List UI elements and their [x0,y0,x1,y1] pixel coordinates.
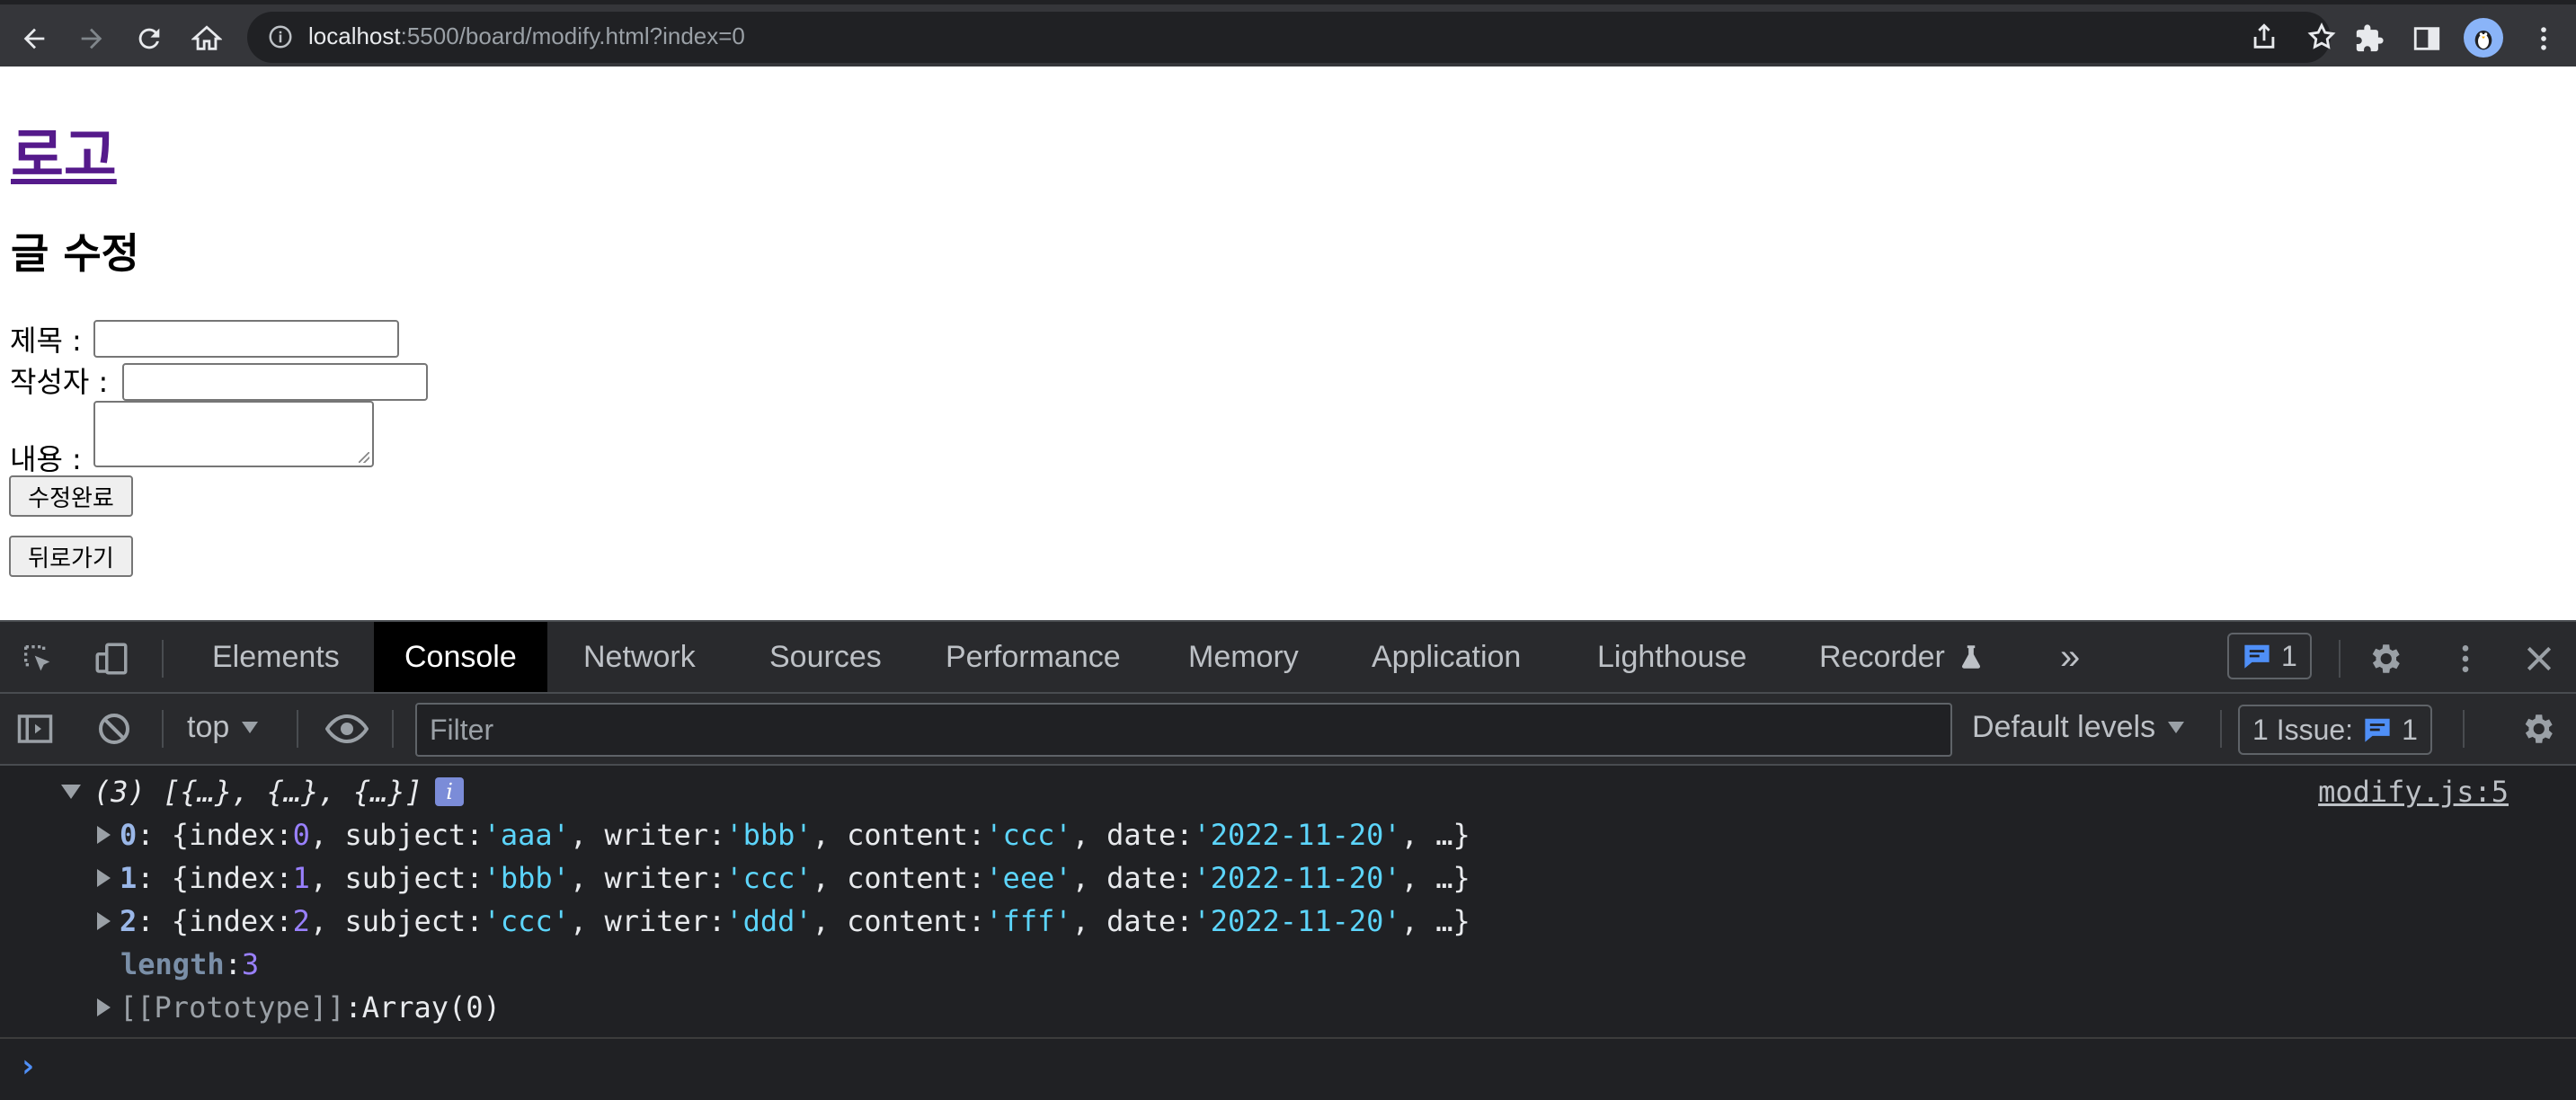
devtools-panel: Elements Console Network Sources Perform… [0,620,2576,1100]
logo-link[interactable]: 로고 [11,110,117,192]
toolbar-separator [392,710,394,748]
browser-toolbar: localhost:5500/board/modify.html?index=0 [0,0,2576,67]
collapse-triangle-icon[interactable] [61,785,81,799]
log-levels-label: Default levels [1972,710,2156,744]
chrome-menu-icon[interactable] [2517,12,2571,66]
inspect-element-icon[interactable] [13,638,63,679]
site-info-icon[interactable] [267,23,294,50]
array-summary: (3) [{…}, {…}, {…}] [93,775,423,809]
tab-separator [2339,640,2341,678]
back-arrow-icon[interactable] [7,12,61,66]
reload-icon[interactable] [122,12,176,66]
extensions-puzzle-icon[interactable] [2342,12,2396,66]
share-icon[interactable] [2237,10,2291,64]
tab-console[interactable]: Console [374,622,547,692]
address-bar[interactable]: localhost:5500/board/modify.html?index=0 [247,10,2336,64]
toolbar-separator [297,710,298,748]
profile-avatar[interactable] [2464,18,2503,58]
length-key: length [120,947,225,981]
home-icon[interactable] [180,12,234,66]
tab-separator [162,640,164,678]
array-summary-row[interactable]: (3) [{…}, {…}, {…}] i [61,775,465,809]
side-panel-icon[interactable] [2400,12,2454,66]
tab-recorder[interactable]: Recorder [1787,622,2019,692]
toolbar-separator [2220,710,2222,748]
prompt-chevron-icon: › [18,1048,38,1085]
tab-application[interactable]: Application [1339,622,1553,692]
toolbar-separator [162,710,164,748]
prototype-row[interactable]: [[Prototype]]: Array(0) [97,990,501,1025]
subject-label: 제목 : [10,324,82,358]
sidebar-toggle-icon[interactable] [11,706,59,751]
expand-triangle-icon[interactable] [97,869,111,887]
subject-input[interactable] [93,320,399,358]
close-devtools-icon[interactable] [2515,636,2563,681]
flask-icon [1961,645,1980,669]
issues-label: 1 Issue: [2252,713,2354,746]
expand-triangle-icon[interactable] [97,998,111,1016]
tab-performance[interactable]: Performance [913,622,1153,692]
expand-triangle-icon[interactable] [97,912,111,930]
array-item-row[interactable]: 1: {index: 1, subject: 'bbb', writer: 'c… [97,861,1470,895]
message-icon [2365,718,2390,742]
tab-memory[interactable]: Memory [1156,622,1331,692]
context-label: top [187,710,230,744]
source-link[interactable]: modify.js:5 [2318,775,2509,809]
back-button[interactable]: 뒤로가기 [9,536,133,577]
tab-sources[interactable]: Sources [737,622,914,692]
tab-elements[interactable]: Elements [180,622,372,692]
array-item-row[interactable]: 0: {index: 0, subject: 'aaa', writer: 'b… [97,818,1470,852]
tab-lighthouse[interactable]: Lighthouse [1566,622,1778,692]
writer-input[interactable] [122,363,428,401]
dropdown-arrow-icon [242,722,259,733]
console-output: (3) [{…}, {…}, {…}] i modify.js:5 0: {in… [0,766,2576,1100]
log-levels-dropdown[interactable]: Default levels [1972,710,2185,745]
devtools-tabbar: Elements Console Network Sources Perform… [0,620,2576,694]
tab-recorder-label: Recorder [1819,639,1945,674]
expand-triangle-icon[interactable] [97,826,111,844]
writer-label: 작성자 : [10,365,109,399]
issues-button[interactable]: 1 Issue: 1 [2238,705,2432,755]
devtools-menu-icon[interactable] [2441,636,2490,681]
prototype-value: Array(0) [361,990,501,1025]
more-tabs-chevron-icon[interactable]: » [2042,622,2098,692]
bookmark-star-icon[interactable] [2295,10,2349,64]
content-textarea[interactable] [93,401,374,467]
url-text: localhost:5500/board/modify.html?index=0 [308,22,745,49]
filter-input[interactable] [417,705,1950,755]
prototype-key: [[Prototype]] [120,990,345,1025]
clear-console-icon[interactable] [90,706,138,751]
length-row: length: 3 [120,947,260,981]
console-toolbar: top Default levels 1 Issue: 1 [0,694,2576,766]
page-content: 로고 글 수정 제목 : 작성자 : 내용 : 수정완료 뒤로가기 [0,67,2576,620]
dropdown-arrow-icon [2168,722,2185,733]
info-icon[interactable]: i [435,777,465,806]
forward-arrow-icon[interactable] [65,12,119,66]
filter-field[interactable] [415,703,1952,757]
penguin-avatar-icon [2474,31,2492,50]
settings-gear-icon[interactable] [2360,636,2409,681]
length-value: 3 [241,947,260,981]
submit-button[interactable]: 수정완료 [9,475,133,517]
console-settings-gear-icon[interactable] [2513,706,2562,751]
issues-count: 1 [2402,713,2418,746]
messages-count: 1 [2281,639,2297,672]
live-expression-eye-icon[interactable] [320,706,374,751]
message-icon [2244,644,2270,669]
content-label: 내용 : [10,442,82,476]
console-prompt[interactable]: › [0,1037,2576,1100]
messages-badge[interactable]: 1 [2227,633,2312,679]
context-selector[interactable]: top [187,710,259,745]
array-item-row[interactable]: 2: {index: 2, subject: 'ccc', writer: 'd… [97,904,1470,938]
resize-handle[interactable] [359,452,369,463]
page-title: 글 수정 [11,229,139,278]
toolbar-separator [2463,710,2465,748]
device-toolbar-icon[interactable] [86,636,137,681]
tab-network[interactable]: Network [552,622,727,692]
